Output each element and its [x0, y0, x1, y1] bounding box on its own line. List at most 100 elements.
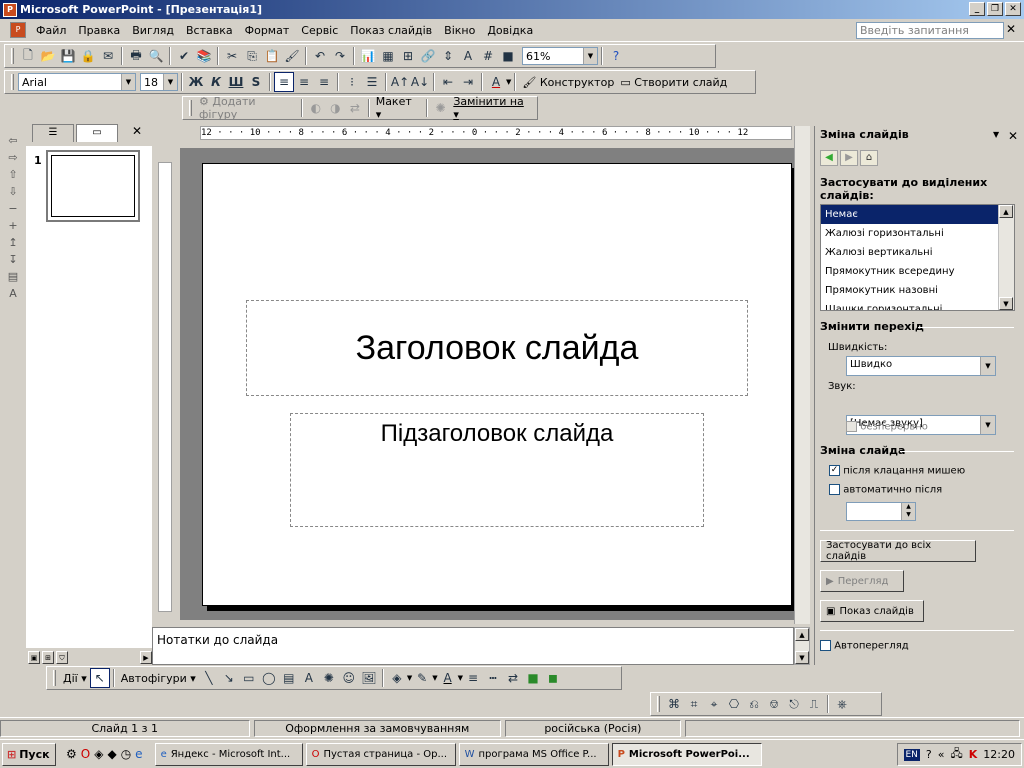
- insert-chart-icon[interactable]: 📊: [358, 46, 378, 66]
- close-button[interactable]: ✕: [1005, 2, 1021, 16]
- autoshapes-button[interactable]: Автофігури ▾: [118, 672, 199, 685]
- notes-scroll-up[interactable]: ▲: [795, 628, 809, 641]
- fill-color-icon[interactable]: ◈: [387, 668, 407, 688]
- open-icon[interactable]: 📂: [38, 46, 58, 66]
- increase-indent-icon[interactable]: ⇥: [458, 72, 478, 92]
- close-pane-icon[interactable]: ✕: [132, 124, 142, 138]
- transition-item[interactable]: Жалюзі вертикальні: [821, 243, 1001, 262]
- layout-button[interactable]: Макет ▾: [373, 95, 423, 121]
- print-preview-icon[interactable]: 🔍: [146, 46, 166, 66]
- taskbar-item-powerpoint[interactable]: P Microsoft PowerPoi...: [611, 742, 762, 766]
- slide-thumbnail[interactable]: [46, 150, 140, 222]
- connector-icon-2[interactable]: ⌗: [684, 694, 704, 714]
- move-back-icon[interactable]: ◐: [306, 98, 326, 118]
- transition-item[interactable]: Прямокутник всередину: [821, 262, 1001, 281]
- clipart-icon[interactable]: ☺: [339, 668, 359, 688]
- font-color-icon[interactable]: A: [486, 72, 506, 92]
- opera-icon[interactable]: O: [81, 747, 90, 761]
- move-forward-icon[interactable]: ◑: [326, 98, 346, 118]
- normal-view-icon[interactable]: ▣: [28, 651, 40, 664]
- menu-format[interactable]: Формат: [239, 19, 296, 42]
- list-scroll-down[interactable]: ▼: [999, 297, 1013, 310]
- replace-button[interactable]: Замінити на ▾: [450, 95, 534, 121]
- show-formatting-outline-icon[interactable]: A: [9, 287, 17, 300]
- research-icon[interactable]: 📚: [194, 46, 214, 66]
- canvas-scrollbar[interactable]: [794, 126, 810, 624]
- underline-button[interactable]: Ш: [226, 72, 246, 92]
- ql-icon-5[interactable]: ◷: [121, 747, 131, 761]
- permission-icon[interactable]: 🔒: [78, 46, 98, 66]
- connector-icon-4[interactable]: ⎔: [724, 694, 744, 714]
- close-document-icon[interactable]: ✕: [1006, 22, 1016, 36]
- new-icon[interactable]: 🗋: [18, 46, 38, 66]
- collapse-icon[interactable]: −: [8, 202, 17, 215]
- menu-edit[interactable]: Правка: [72, 19, 126, 42]
- cut-icon[interactable]: ✂: [222, 46, 242, 66]
- decrease-font-icon[interactable]: A↓: [410, 72, 430, 92]
- task-pane-menu-icon[interactable]: ▼: [993, 130, 999, 139]
- title-placeholder[interactable]: Заголовок слайда: [246, 300, 748, 396]
- picture-icon[interactable]: 🖼: [359, 668, 379, 688]
- collapse-all-icon[interactable]: ↥: [8, 236, 17, 249]
- arrow-icon[interactable]: ↘: [219, 668, 239, 688]
- arrow-style-icon[interactable]: ⇄: [503, 668, 523, 688]
- color-grayscale-icon[interactable]: ■: [498, 46, 518, 66]
- email-icon[interactable]: ✉: [98, 46, 118, 66]
- connector-icon-1[interactable]: ⌘: [664, 694, 684, 714]
- copy-icon[interactable]: ⎘: [242, 46, 262, 66]
- oval-icon[interactable]: ◯: [259, 668, 279, 688]
- align-left-icon[interactable]: ≡: [274, 72, 294, 92]
- notes-field[interactable]: Нотатки до слайда: [152, 627, 794, 665]
- list-scroll-up[interactable]: ▲: [999, 205, 1013, 218]
- auto-advance-checkbox[interactable]: автоматично після: [829, 484, 942, 496]
- show-grid-icon[interactable]: #: [478, 46, 498, 66]
- connector-icon-8[interactable]: ⎍: [804, 694, 824, 714]
- autoformat-icon[interactable]: ✺: [431, 98, 451, 118]
- paste-icon[interactable]: 📋: [262, 46, 282, 66]
- tab-slides[interactable]: ▭: [76, 124, 118, 142]
- notes-scroll-down[interactable]: ▼: [795, 651, 809, 664]
- demote-icon[interactable]: ⇨: [8, 151, 17, 164]
- shadow-style-icon[interactable]: ■: [523, 668, 543, 688]
- transition-item[interactable]: Прямокутник назовні: [821, 281, 1001, 300]
- menu-view[interactable]: Вигляд: [126, 19, 180, 42]
- tables-borders-icon[interactable]: ⊞: [398, 46, 418, 66]
- ql-icon-1[interactable]: ⚙: [66, 747, 77, 761]
- add-shape-button[interactable]: ⚙ Додати фігуру: [196, 95, 298, 121]
- antivirus-icon[interactable]: K: [969, 748, 978, 761]
- preview-button[interactable]: ▶ Перегляд: [820, 570, 904, 592]
- taskbar-item-word[interactable]: Wпрограма MS Office P...: [458, 742, 609, 766]
- subtitle-placeholder[interactable]: Підзаголовок слайда: [290, 413, 704, 527]
- taskbar-item-yandex[interactable]: e Яндекс - Microsoft Int...: [154, 742, 303, 766]
- connector-icon-9[interactable]: ⎈: [832, 694, 852, 714]
- thumb-scroll-right[interactable]: ▶: [140, 651, 152, 664]
- diagram-icon[interactable]: ✺: [319, 668, 339, 688]
- auto-advance-time-input[interactable]: ▲ ▼: [846, 502, 916, 521]
- connector-icon-5[interactable]: ⎌: [744, 694, 764, 714]
- dash-style-icon[interactable]: ┅: [483, 668, 503, 688]
- font-size-select[interactable]: 18 ▼: [140, 73, 178, 91]
- ql-icon-3[interactable]: ◈: [94, 747, 103, 761]
- transition-item[interactable]: Жалюзі горизонтальні: [821, 224, 1001, 243]
- draw-actions-button[interactable]: Дії ▾: [60, 672, 90, 685]
- summary-slide-icon[interactable]: ▤: [8, 270, 18, 283]
- minimize-button[interactable]: _: [969, 2, 985, 16]
- move-down-icon[interactable]: ⇩: [8, 185, 17, 198]
- expand-all-icon[interactable]: ↧: [8, 253, 17, 266]
- line-style-icon[interactable]: ≡: [463, 668, 483, 688]
- task-pane-close-icon[interactable]: ✕: [1008, 129, 1018, 143]
- speed-select[interactable]: Швидко ▼: [846, 356, 996, 376]
- zoom-select[interactable]: 61% ▼: [522, 47, 598, 65]
- rectangle-icon[interactable]: ▭: [239, 668, 259, 688]
- line-icon[interactable]: ╲: [199, 668, 219, 688]
- help-tray-icon[interactable]: ?: [926, 748, 932, 761]
- spelling-icon[interactable]: ✔: [174, 46, 194, 66]
- designer-button[interactable]: 🖌 Конструктор: [519, 76, 617, 89]
- network-icon[interactable]: 🖧: [951, 745, 963, 764]
- on-click-checkbox[interactable]: ✓ після клацання мишею: [829, 465, 965, 477]
- transition-item[interactable]: Немає: [821, 205, 1001, 224]
- bold-button[interactable]: Ж: [186, 72, 206, 92]
- bullets-icon[interactable]: ☰: [362, 72, 382, 92]
- connector-icon-3[interactable]: ⌖: [704, 694, 724, 714]
- autopreview-checkbox[interactable]: Автоперегляд: [820, 640, 909, 652]
